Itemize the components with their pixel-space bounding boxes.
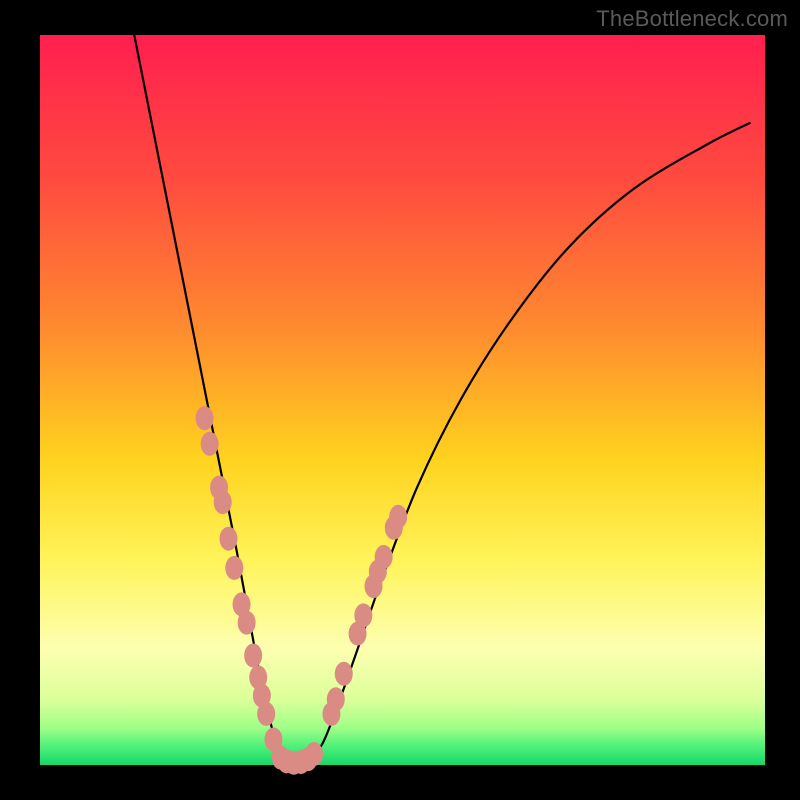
- bead: [196, 406, 214, 430]
- bead: [389, 505, 407, 529]
- bead: [220, 527, 238, 551]
- bead: [225, 556, 243, 580]
- bead: [244, 644, 262, 668]
- bead: [354, 603, 372, 627]
- bead: [375, 545, 393, 569]
- plot-background: [40, 35, 765, 765]
- bead: [305, 742, 323, 766]
- chart-stage: TheBottleneck.com: [0, 0, 800, 800]
- bead: [201, 432, 219, 456]
- bead: [335, 662, 353, 686]
- bead: [238, 611, 256, 635]
- bottleneck-chart: [0, 0, 800, 800]
- bead: [214, 490, 232, 514]
- bead: [327, 687, 345, 711]
- bead: [257, 702, 275, 726]
